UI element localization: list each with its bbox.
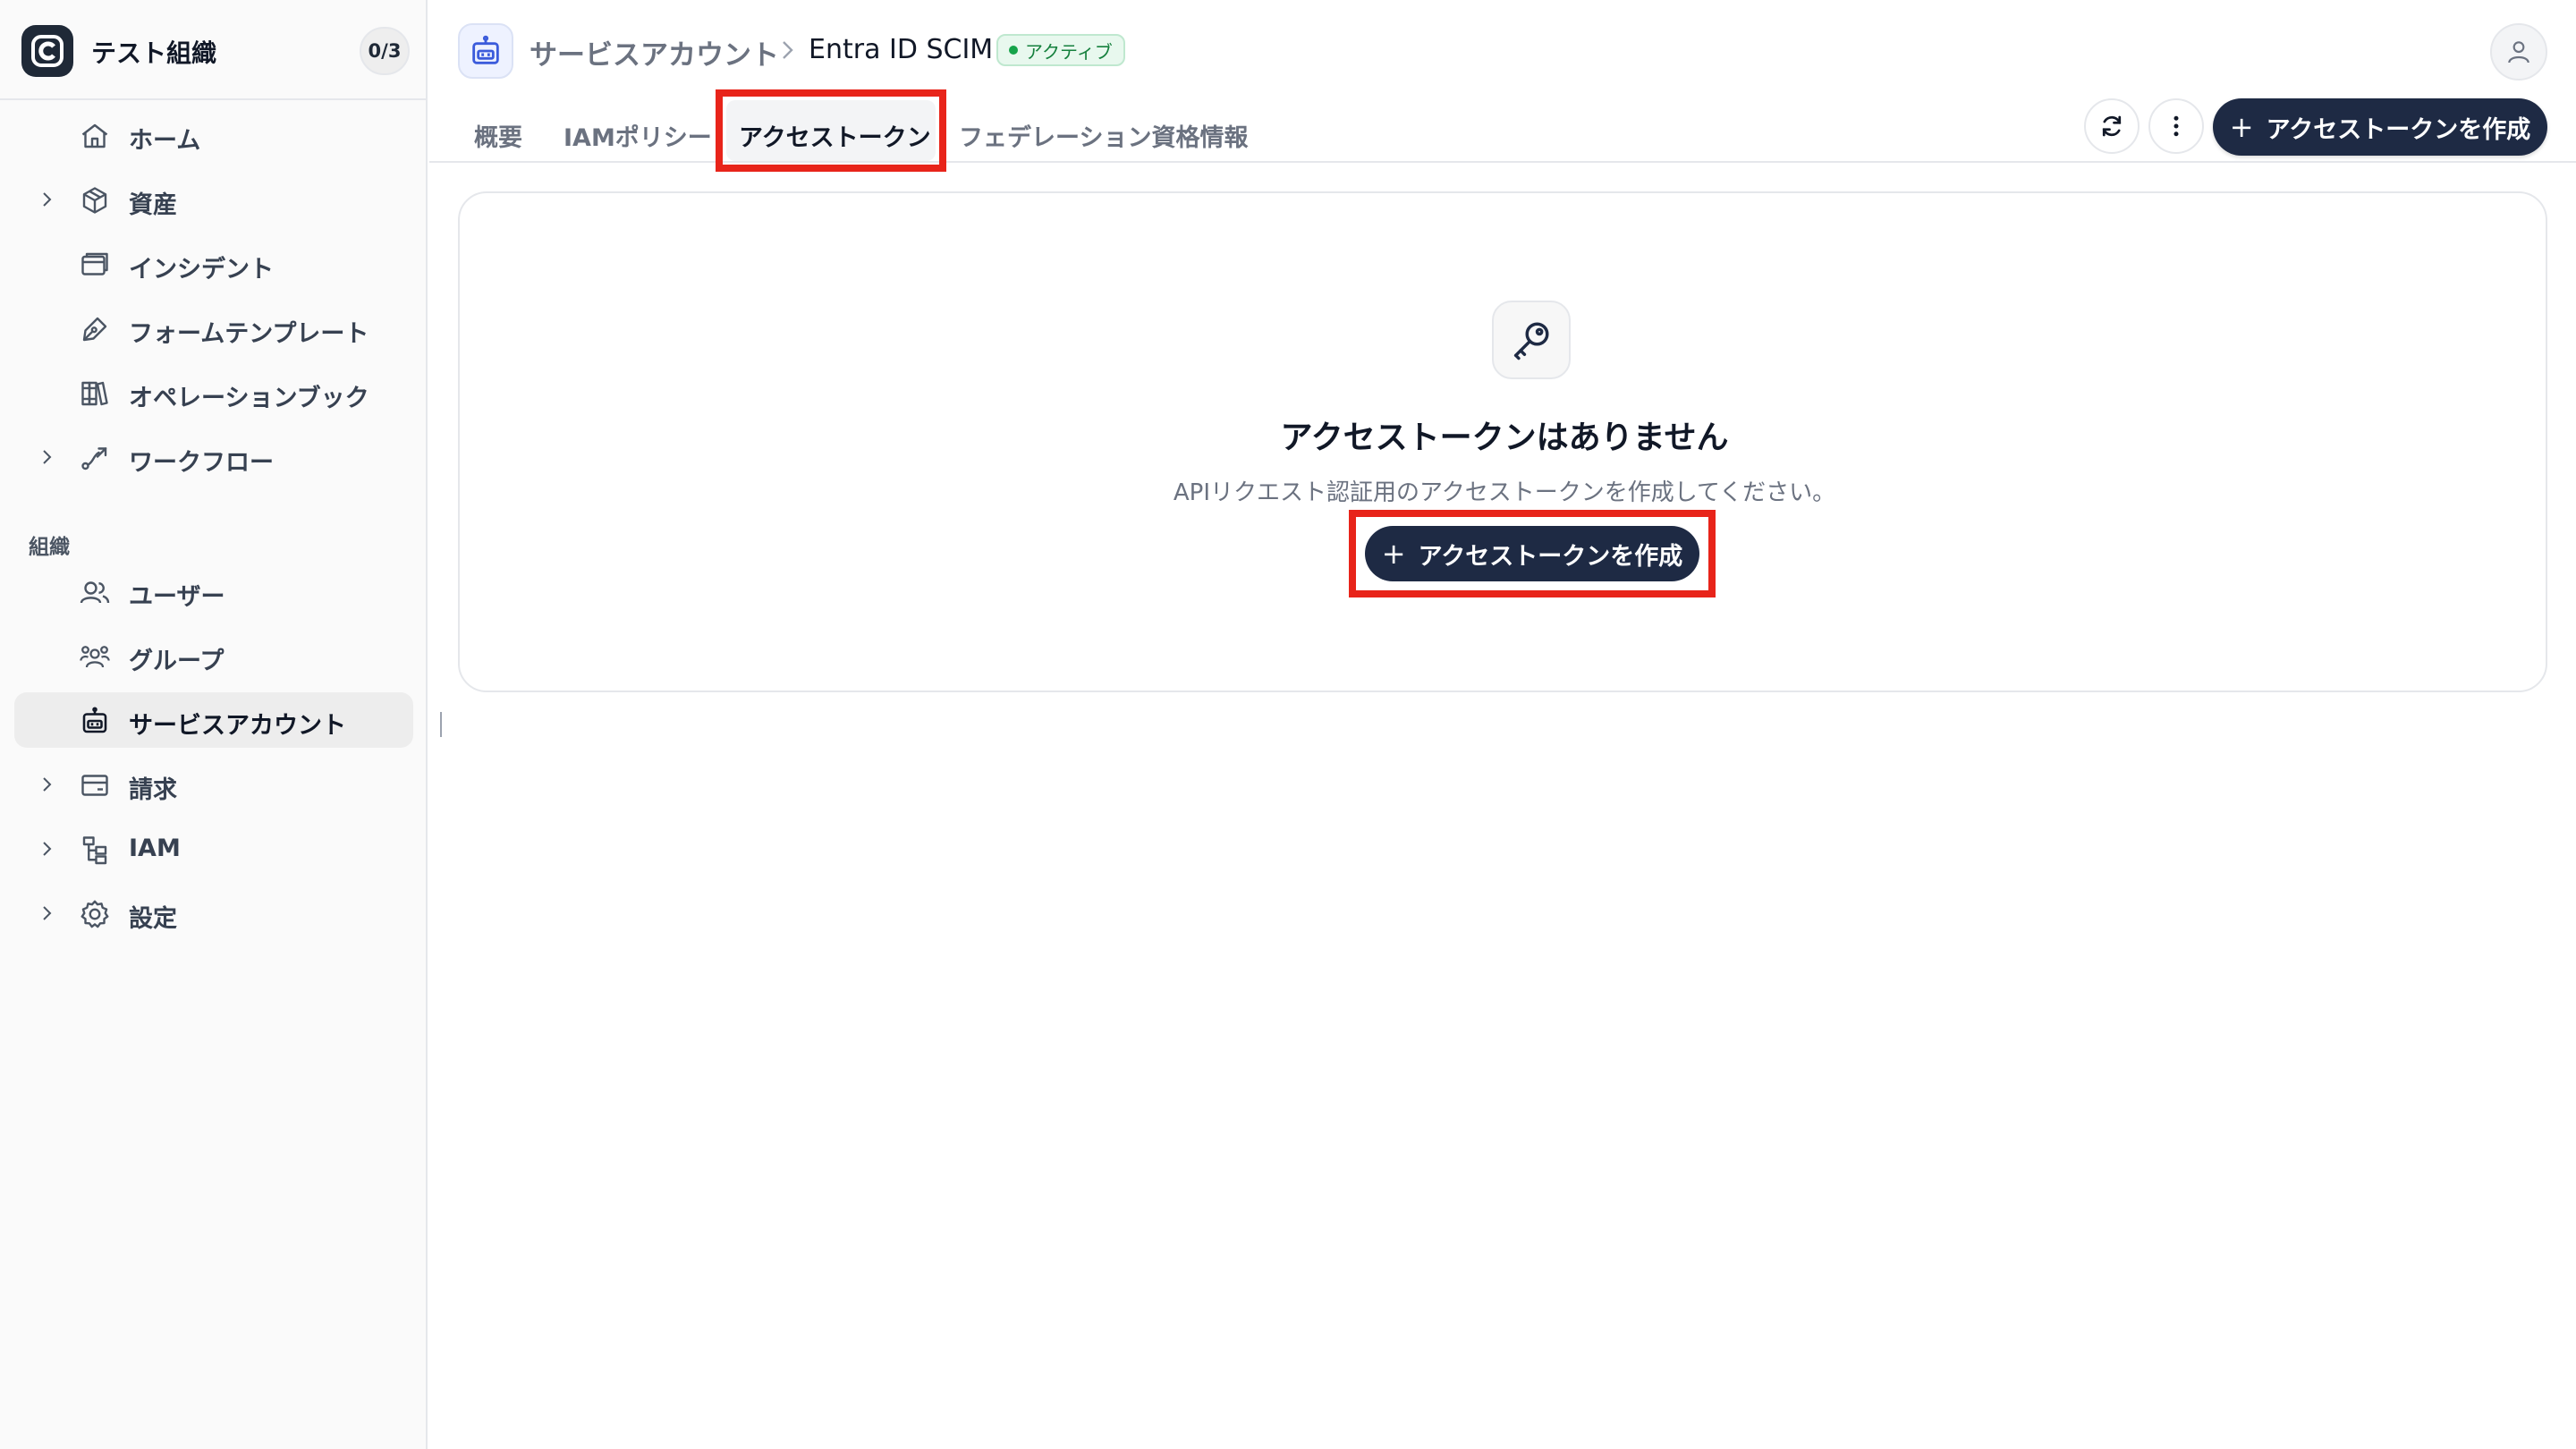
workflow-icon (79, 442, 111, 474)
box-icon (79, 184, 111, 216)
status-dot-icon (1009, 46, 1018, 55)
window-icon (79, 249, 111, 281)
sidebar-item-label: 資産 (129, 191, 177, 219)
sidebar-item-label: ホーム (129, 127, 201, 155)
sidebar-item-billing[interactable]: 請求 (14, 757, 413, 812)
create-access-token-label: アクセストークンを作成 (2266, 115, 2531, 144)
status-badge-label: アクティブ (1025, 40, 1113, 63)
plus-icon: + (1381, 537, 1406, 571)
user-icon (2508, 41, 2529, 64)
more-vertical-icon (2174, 115, 2179, 137)
sidebar: テスト組織 0/3 ホーム 資産 インシデント フォームテンプレート オペレーシ… (0, 0, 428, 1449)
empty-state-description: APIリクエスト認証用のアクセストークンを作成してください。 (1173, 479, 1836, 506)
sidebar-item-workflow[interactable]: ワークフロー (14, 429, 413, 485)
empty-state-create-token-label: アクセストークンを作成 (1418, 542, 1683, 571)
sidebar-item-settings[interactable]: 設定 (14, 886, 413, 941)
app-root: テスト組織 0/3 ホーム 資産 インシデント フォームテンプレート オペレーシ… (0, 0, 2576, 1449)
group-icon (79, 640, 111, 673)
org-switcher[interactable]: テスト組織 0/3 (0, 0, 426, 100)
key-icon (1492, 301, 1571, 379)
sidebar-item-users[interactable]: ユーザー (14, 564, 413, 619)
tree-icon (79, 834, 111, 866)
sidebar-item-label: IAM (129, 835, 181, 862)
gear-icon (79, 898, 111, 930)
create-access-token-button[interactable]: + アクセストークンを作成 (2213, 98, 2547, 156)
sidebar-item-incidents[interactable]: インシデント (14, 236, 413, 292)
section-label-organization: 組織 (29, 536, 70, 559)
chevron-right-icon[interactable] (36, 774, 57, 795)
sidebar-item-label: インシデント (129, 256, 274, 284)
empty-state-title: アクセストークンはありません (1280, 419, 1729, 456)
chevron-right-icon[interactable] (36, 446, 57, 468)
breadcrumb-current: Entra ID SCIM (809, 34, 994, 65)
sidebar-item-home[interactable]: ホーム (14, 107, 413, 163)
empty-state-create-token-button[interactable]: + アクセストークンを作成 (1365, 526, 1699, 581)
bot-icon (79, 705, 111, 737)
tab-federated-credentials[interactable]: フェデレーション資格情報 (959, 107, 1248, 163)
tab-iam-policy[interactable]: IAMポリシー (564, 107, 712, 163)
sidebar-item-label: グループ (129, 648, 225, 675)
text-caret (440, 712, 442, 737)
empty-state-card: アクセストークンはありません APIリクエスト認証用のアクセストークンを作成して… (458, 191, 2547, 692)
sidebar-item-groups[interactable]: グループ (14, 628, 413, 683)
org-name: テスト組織 (91, 38, 217, 68)
chevron-right-icon[interactable] (36, 189, 57, 210)
sidebar-item-label: 請求 (129, 776, 177, 804)
pen-icon (79, 313, 111, 345)
refresh-button[interactable] (2084, 98, 2140, 154)
plus-icon: + (2229, 110, 2254, 144)
sidebar-item-assets[interactable]: 資産 (14, 172, 413, 227)
service-account-bot-icon (458, 23, 513, 79)
breadcrumb-parent-link[interactable]: サービスアカウント (530, 32, 779, 72)
home-icon (79, 120, 111, 152)
sidebar-item-label: 設定 (129, 905, 177, 933)
org-count-badge: 0/3 (360, 27, 410, 75)
books-icon (79, 377, 111, 410)
status-badge: アクティブ (996, 34, 1125, 66)
sidebar-item-label: ユーザー (129, 583, 225, 611)
users-icon (79, 576, 111, 608)
refresh-icon (2102, 115, 2122, 137)
more-options-button[interactable] (2148, 98, 2204, 154)
org-logo-icon (21, 25, 73, 77)
tab-access-tokens[interactable]: アクセストークン (739, 107, 931, 163)
tab-overview[interactable]: 概要 (474, 107, 522, 163)
chevron-right-icon[interactable] (36, 838, 57, 860)
sidebar-item-label: フォームテンプレート (129, 320, 369, 348)
card-icon (79, 769, 111, 801)
sidebar-item-iam[interactable]: IAM (14, 821, 413, 877)
sidebar-item-operation-books[interactable]: オペレーションブック (14, 365, 413, 420)
sidebar-item-label: サービスアカウント (129, 712, 346, 740)
sidebar-item-label: ワークフロー (129, 449, 274, 477)
sidebar-item-label: オペレーションブック (129, 385, 369, 412)
main-content: サービスアカウント Entra ID SCIM アクティブ 概要 IAMポリシー… (429, 0, 2576, 1449)
chevron-right-icon (778, 38, 798, 63)
user-avatar-button[interactable] (2490, 23, 2547, 80)
chevron-right-icon[interactable] (36, 902, 57, 924)
sidebar-item-service-accounts[interactable]: サービスアカウント (14, 692, 413, 748)
sidebar-item-form-templates[interactable]: フォームテンプレート (14, 301, 413, 356)
